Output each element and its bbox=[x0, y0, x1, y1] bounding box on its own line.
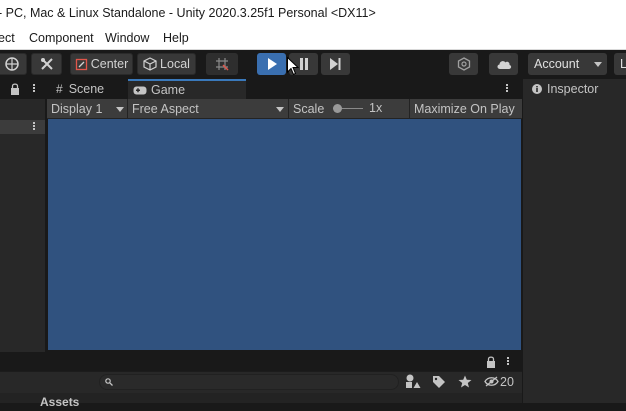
menu-item-window[interactable]: Window bbox=[105, 31, 149, 45]
menu-bar: ect Component Window Help bbox=[0, 28, 626, 50]
aspect-label: Free Aspect bbox=[132, 101, 199, 116]
menu-item-component[interactable]: Component bbox=[29, 31, 94, 45]
center-label: Center bbox=[90, 57, 129, 71]
mouse-cursor-icon bbox=[287, 57, 299, 76]
scale-label: Scale bbox=[293, 101, 325, 116]
layers-label: L bbox=[620, 57, 626, 71]
inspector-panel: Inspector bbox=[523, 79, 626, 403]
hierarchy-options-icon[interactable] bbox=[33, 121, 35, 131]
scale-value: 1x bbox=[369, 101, 383, 115]
label-tag-icon[interactable] bbox=[432, 375, 446, 388]
grid-snap-button[interactable] bbox=[206, 53, 238, 75]
hierarchy-panel bbox=[0, 80, 45, 352]
aspect-select[interactable]: Free Aspect bbox=[128, 99, 289, 118]
pivot-center-button[interactable]: Center bbox=[70, 53, 133, 75]
project-menu-icon[interactable] bbox=[507, 356, 509, 366]
step-button[interactable] bbox=[321, 53, 350, 75]
pivot-local-button[interactable]: Local bbox=[137, 53, 196, 75]
hierarchy-tabbar bbox=[0, 80, 45, 99]
game-view[interactable] bbox=[48, 119, 521, 350]
gamepad-icon bbox=[133, 86, 147, 94]
menu-item-help[interactable]: Help bbox=[163, 31, 189, 45]
window-titlebar: - PC, Mac & Linux Standalone - Unity 202… bbox=[0, 0, 626, 28]
step-icon bbox=[330, 58, 341, 70]
game-panel-menu-icon[interactable] bbox=[506, 83, 508, 93]
project-breadcrumb-bar: Assets bbox=[0, 393, 522, 409]
tab-inspector-label: Inspector bbox=[547, 82, 599, 96]
local-cube-icon bbox=[143, 57, 157, 71]
main-toolbar: Center Local Account L bbox=[0, 50, 626, 79]
tab-game[interactable]: Game bbox=[128, 79, 246, 99]
hidden-count: 20 bbox=[500, 375, 514, 389]
tools-icon bbox=[40, 58, 53, 70]
tab-scene-label: Scene bbox=[68, 82, 105, 96]
tab-scene[interactable]: # Scene bbox=[52, 79, 129, 99]
window-title: - PC, Mac & Linux Standalone - Unity 202… bbox=[0, 6, 376, 20]
rect-transform-icon bbox=[4, 57, 19, 71]
grid-snap-icon bbox=[216, 58, 229, 71]
pause-icon bbox=[299, 58, 308, 70]
play-icon bbox=[267, 58, 277, 70]
game-view-toolbar: Display 1 Free Aspect Scale 1x Maximize … bbox=[47, 99, 522, 119]
layers-dropdown[interactable]: L bbox=[614, 53, 626, 75]
local-label: Local bbox=[160, 57, 190, 71]
rect-tool-button[interactable] bbox=[0, 53, 27, 75]
chevron-down-icon bbox=[116, 107, 124, 112]
scene-game-tabbar: # Scene Game bbox=[47, 79, 522, 99]
lock-icon[interactable] bbox=[10, 83, 20, 95]
hierarchy-toolbar bbox=[0, 120, 45, 134]
maximize-label: Maximize On Play bbox=[414, 101, 515, 116]
menu-item-project[interactable]: ect bbox=[0, 31, 15, 45]
project-search-input[interactable] bbox=[99, 374, 399, 390]
account-label: Account bbox=[534, 57, 580, 71]
hidden-eye-icon[interactable] bbox=[484, 376, 499, 387]
tab-game-label: Game bbox=[151, 83, 186, 97]
maximize-on-play-toggle[interactable]: Maximize On Play bbox=[410, 99, 522, 118]
collab-button[interactable] bbox=[449, 53, 478, 75]
display-label: Display 1 bbox=[51, 101, 103, 116]
search-icon bbox=[105, 378, 113, 386]
chevron-down-icon bbox=[594, 62, 602, 67]
scale-slider-group: Scale 1x bbox=[289, 99, 410, 118]
favorite-star-icon[interactable] bbox=[458, 375, 472, 388]
assets-breadcrumb[interactable]: Assets bbox=[40, 393, 79, 411]
tools-button[interactable] bbox=[31, 53, 62, 75]
display-select[interactable]: Display 1 bbox=[47, 99, 128, 118]
pivot-center-icon bbox=[75, 58, 87, 70]
tab-inspector[interactable]: Inspector bbox=[523, 79, 626, 99]
play-button[interactable] bbox=[257, 53, 286, 75]
cloud-icon bbox=[496, 61, 511, 69]
hierarchy-menu-icon[interactable] bbox=[33, 83, 35, 93]
cloud-button[interactable] bbox=[489, 53, 518, 75]
collab-icon bbox=[457, 57, 470, 71]
account-dropdown[interactable]: Account bbox=[528, 53, 607, 75]
lock-icon[interactable] bbox=[486, 356, 496, 368]
filter-by-type-icon[interactable] bbox=[405, 374, 421, 389]
info-icon bbox=[532, 84, 542, 94]
chevron-down-icon bbox=[276, 107, 284, 112]
scale-slider-handle[interactable] bbox=[333, 104, 342, 113]
hash-icon: # bbox=[56, 82, 63, 96]
